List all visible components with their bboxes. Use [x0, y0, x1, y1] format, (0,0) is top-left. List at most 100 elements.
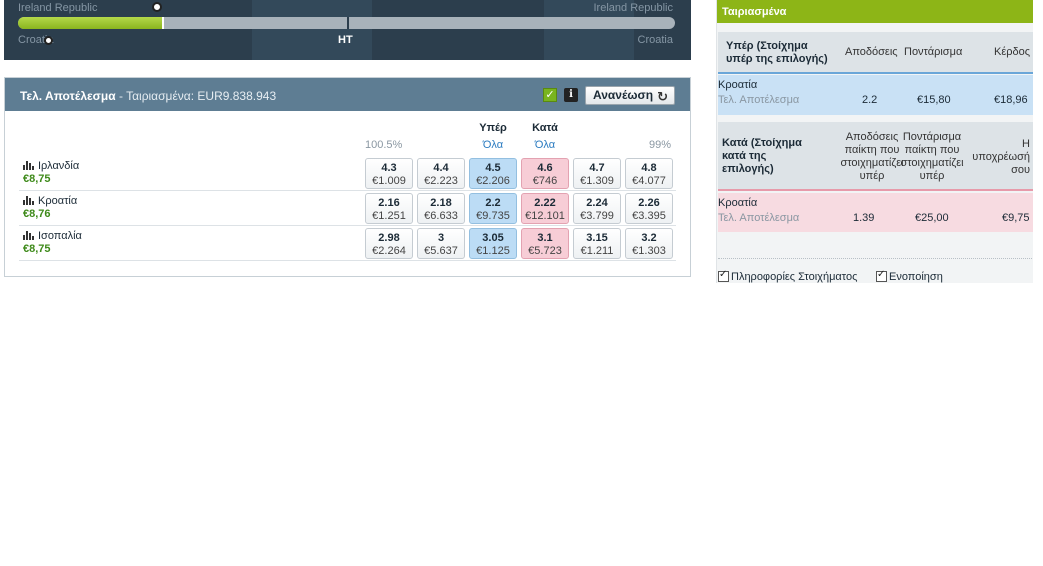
price-amount: €1.303 — [632, 245, 666, 257]
match-progress-marker — [162, 17, 164, 29]
back-price-cell[interactable]: 4.5 €2.206 — [469, 158, 517, 189]
runner-name-container[interactable]: Κροατία — [23, 195, 77, 207]
lay-column-header: Κατά — [532, 122, 558, 134]
back-price-cell[interactable]: 3.05 €1.125 — [469, 228, 517, 259]
price-odds: 2.26 — [638, 197, 660, 209]
bar-chart-icon[interactable] — [23, 231, 34, 240]
price-odds: 2.24 — [586, 197, 608, 209]
price-odds: 2.98 — [378, 232, 400, 244]
runner-name-container[interactable]: Ιρλανδία — [23, 160, 79, 172]
match-tracker: Ireland Republic Ireland Republic Croati… — [4, 0, 691, 60]
lay-price-cell[interactable]: 2.24 €3.799 — [573, 193, 621, 224]
market-header: Τελ. Αποτέλεσμα - Ταιριασμένα: EUR9.838.… — [5, 78, 690, 111]
lay-bet-market: Τελ. Αποτέλεσμα — [718, 212, 800, 224]
price-amount: €3.799 — [580, 210, 614, 222]
price-amount: €2.206 — [476, 175, 510, 187]
bet-info-checkbox[interactable] — [718, 269, 729, 282]
halftime-label: HT — [338, 34, 353, 46]
back-bet-stake: €15,80 — [917, 94, 951, 106]
back-all-link[interactable]: Όλα — [469, 139, 517, 151]
lay-section-title-2: κατά της — [722, 150, 767, 162]
lay-price-cell[interactable]: 3.15 €1.211 — [573, 228, 621, 259]
runner-row: Ισοπαλία €8,75 2.98 €2.264 3 €5.637 3.05 €1.125… — [19, 226, 676, 261]
lay-price-cell[interactable]: 4.6 €746 — [521, 158, 569, 189]
back-price-cell[interactable]: 2.2 €9.735 — [469, 193, 517, 224]
lay-col-liability-1: Η — [1022, 138, 1030, 150]
lay-price-cell[interactable]: 4.7 €1.309 — [573, 158, 621, 189]
back-bet-profit: €18,96 — [994, 94, 1028, 106]
match-progress-fill — [18, 17, 163, 29]
slip-divider — [718, 258, 1033, 259]
lay-price-cell[interactable]: 3.1 €5.723 — [521, 228, 569, 259]
bet-info-option[interactable]: Πληροφορίες Στοιχήματος — [718, 269, 858, 283]
back-bet-runner: Κροατία — [718, 79, 758, 91]
bar-chart-icon[interactable] — [23, 196, 34, 205]
price-odds: 2.22 — [534, 197, 556, 209]
lay-price-cell[interactable]: 2.26 €3.395 — [625, 193, 673, 224]
consolidate-label: Ενοποίηση — [889, 271, 943, 283]
info-icon[interactable]: i — [564, 88, 578, 102]
runner-name: Ισοπαλία — [38, 230, 82, 242]
price-odds: 4.4 — [433, 162, 449, 174]
checkmark-icon[interactable]: ✓ — [543, 88, 557, 102]
price-amount: €12.101 — [525, 210, 565, 222]
lay-all-link[interactable]: Όλα — [521, 139, 569, 151]
back-book-percentage: 100.5% — [365, 139, 403, 151]
lay-book-percentage: 99% — [649, 139, 672, 151]
price-odds: 4.8 — [641, 162, 657, 174]
back-bet-market: Τελ. Αποτέλεσμα — [718, 94, 800, 106]
lay-bet-row[interactable]: Κροατία Τελ. Αποτέλεσμα 1.39 €25,00 €9,7… — [718, 193, 1033, 232]
back-col-stake: Ποντάρισμα — [904, 46, 963, 58]
back-price-cell[interactable]: 4.3 €1.009 — [365, 158, 413, 189]
price-amount: €1.125 — [476, 245, 510, 257]
back-price-cell[interactable]: 3 €5.637 — [417, 228, 465, 259]
market-panel: Τελ. Αποτέλεσμα - Ταιριασμένα: EUR9.838.… — [4, 77, 691, 277]
refresh-label: Ανανέωση — [593, 88, 654, 102]
lay-bet-stake: €25,00 — [915, 212, 949, 224]
bar-chart-icon[interactable] — [23, 161, 34, 170]
back-bet-row[interactable]: Κροατία Τελ. Αποτέλεσμα 2.2 €15,80 €18,9… — [718, 75, 1033, 115]
bet-info-label: Πληροφορίες Στοιχήματος — [731, 271, 858, 283]
lay-price-cell[interactable]: 2.22 €12.101 — [521, 193, 569, 224]
ball-icon — [152, 2, 162, 12]
runner-profit-loss: €8,75 — [23, 173, 51, 185]
lay-col-stake-3: στοιχηματίζει — [900, 157, 964, 169]
lay-bet-odds: 1.39 — [853, 212, 875, 224]
price-amount: €1.009 — [372, 175, 406, 187]
matched-prefix: - Ταιριασμένα: — [115, 89, 198, 103]
home-team-label-right: Ireland Republic — [593, 2, 674, 14]
consolidate-option[interactable]: Ενοποίηση — [876, 269, 943, 283]
price-odds: 2.18 — [430, 197, 452, 209]
lay-price-cell[interactable]: 3.2 €1.303 — [625, 228, 673, 259]
back-bets-header: Υπέρ (Στοίχημα υπέρ της επιλογής) Αποδόσ… — [718, 32, 1033, 74]
refresh-button[interactable]: Ανανέωση ↻ — [585, 86, 675, 105]
tracker-background-block — [252, 0, 372, 60]
price-odds: 3 — [437, 232, 445, 244]
lay-col-liability-3: σου — [1011, 164, 1030, 176]
price-amount: €2.223 — [424, 175, 458, 187]
lay-section-title-1: Κατά (Στοίχημα — [722, 137, 802, 149]
lay-bet-runner: Κροατία — [718, 197, 758, 209]
consolidate-checkbox[interactable] — [876, 269, 887, 282]
lay-col-stake-1: Ποντάρισμα — [902, 131, 962, 143]
back-column-header: Υπέρ — [479, 122, 507, 134]
runner-name-container[interactable]: Ισοπαλία — [23, 230, 82, 242]
price-amount: €746 — [532, 175, 558, 187]
price-odds: 4.5 — [485, 162, 501, 174]
halftime-marker — [347, 17, 349, 29]
price-odds: 2.16 — [378, 197, 400, 209]
back-section-title-2: υπέρ της επιλογής) — [726, 53, 828, 65]
price-amount: €9.735 — [476, 210, 510, 222]
lay-col-stake-2: παίκτη που — [904, 144, 960, 156]
market-title: Τελ. Αποτέλεσμα — [20, 89, 116, 103]
back-price-cell[interactable]: 2.98 €2.264 — [365, 228, 413, 259]
bet-slip: Ταιριασμένα Υπέρ (Στοίχημα υπέρ της επιλ… — [716, 0, 1033, 283]
lay-col-liability-2: υποχρέωσή — [972, 151, 1030, 163]
lay-bets-header: Κατά (Στοίχημα κατά της επιλογής) Αποδόσ… — [718, 122, 1033, 191]
lay-price-cell[interactable]: 4.8 €4.077 — [625, 158, 673, 189]
back-price-cell[interactable]: 2.16 €1.251 — [365, 193, 413, 224]
back-price-cell[interactable]: 2.18 €6.633 — [417, 193, 465, 224]
price-amount: €1.211 — [580, 245, 614, 257]
back-price-cell[interactable]: 4.4 €2.223 — [417, 158, 465, 189]
price-amount: €3.395 — [632, 210, 666, 222]
